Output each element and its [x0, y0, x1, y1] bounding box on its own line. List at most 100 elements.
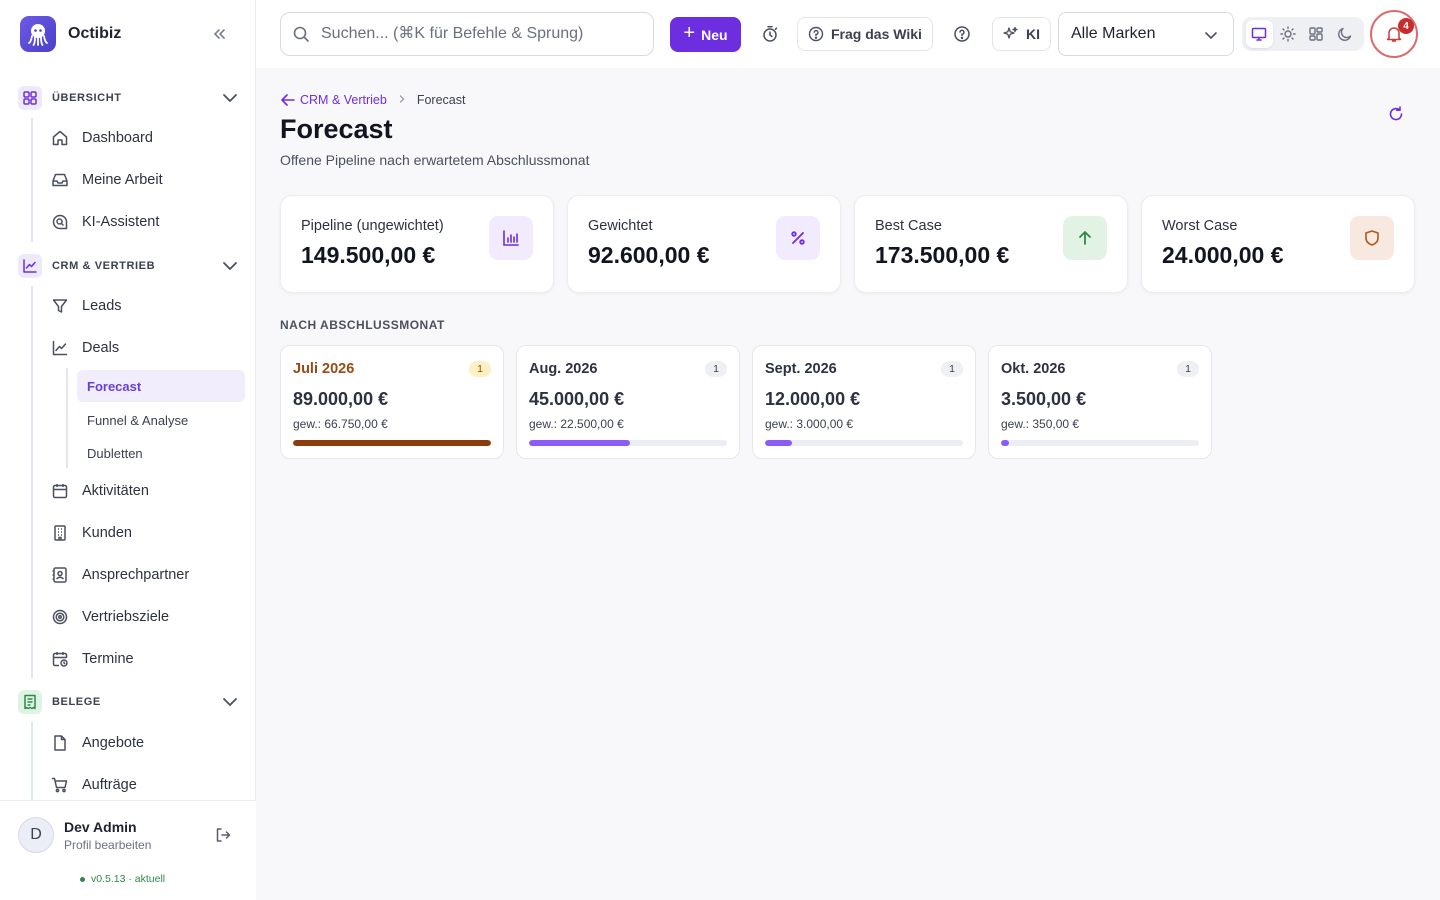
- sidebar-item-label: Kunden: [82, 525, 132, 541]
- month-card[interactable]: Juli 2026 1 89.000,00 € gew.: 66.750,00 …: [280, 345, 504, 459]
- search-icon: [291, 24, 311, 44]
- sidebar-item-label: Termine: [82, 651, 134, 667]
- refresh-icon[interactable]: [1386, 104, 1406, 124]
- notification-badge: 4: [1398, 18, 1414, 34]
- ask-wiki-button[interactable]: Frag das Wiki: [797, 17, 933, 51]
- kpi-label: Worst Case: [1162, 218, 1238, 234]
- notifications-button[interactable]: 4: [1370, 10, 1418, 58]
- chevron-down-icon[interactable]: [220, 256, 240, 276]
- section-overview[interactable]: ÜBERSICHT: [18, 86, 240, 110]
- chevron-down-icon[interactable]: [220, 692, 240, 712]
- moon-icon[interactable]: [1332, 20, 1359, 48]
- search-input[interactable]: [321, 25, 641, 43]
- line-chart-icon: [50, 338, 70, 358]
- edit-profile-link[interactable]: Profil bearbeiten: [64, 838, 151, 852]
- section-crm[interactable]: CRM & VERTRIEB: [18, 254, 240, 278]
- calendar-clock-icon: [50, 649, 70, 669]
- sidebar-item-customers[interactable]: Kunden: [50, 517, 132, 549]
- month-card[interactable]: Sept. 2026 1 12.000,00 € gew.: 3.000,00 …: [752, 345, 976, 459]
- page-title: Forecast: [280, 114, 393, 144]
- section-belege[interactable]: BELEGE: [18, 690, 240, 714]
- sidebar-item-funnel[interactable]: Funnel & Analyse: [77, 404, 245, 436]
- kpi-value: 149.500,00 €: [301, 242, 436, 268]
- sun-icon[interactable]: [1275, 20, 1302, 48]
- percent-icon: [776, 216, 820, 260]
- timer-icon[interactable]: [758, 22, 782, 46]
- collapse-sidebar-icon[interactable]: [208, 24, 230, 44]
- month-name: Juli 2026: [293, 361, 355, 377]
- ask-wiki-label: Frag das Wiki: [831, 26, 922, 42]
- chevron-down-icon[interactable]: [220, 88, 240, 108]
- help-icon[interactable]: [950, 22, 974, 46]
- sidebar-item-my-work[interactable]: Meine Arbeit: [50, 164, 163, 196]
- cart-icon: [50, 775, 70, 795]
- progress-fill: [293, 440, 491, 446]
- breadcrumb: CRM & Vertrieb Forecast: [280, 92, 465, 108]
- breadcrumb-parent-link[interactable]: CRM & Vertrieb: [280, 92, 387, 108]
- sidebar-item-ai-assistant[interactable]: KI-Assistent: [50, 206, 159, 238]
- brand[interactable]: Octibiz: [20, 16, 121, 52]
- progress-fill: [1001, 440, 1009, 446]
- month-value: 3.500,00 €: [1001, 389, 1087, 409]
- section-label: ÜBERSICHT: [52, 92, 122, 104]
- sidebar-item-label: Aktivitäten: [82, 483, 149, 499]
- layout-grid-icon[interactable]: [1303, 20, 1330, 48]
- topbar: + Neu Frag das Wiki KI Alle Marken 4: [256, 0, 1440, 68]
- month-name: Sept. 2026: [765, 361, 837, 377]
- tree-line: [31, 722, 33, 800]
- count-badge: 1: [469, 361, 491, 377]
- sparkles-icon: [1003, 26, 1019, 42]
- sidebar-item-contacts[interactable]: Ansprechpartner: [50, 559, 189, 591]
- logout-icon[interactable]: [213, 825, 233, 845]
- count-badge: 1: [705, 361, 727, 377]
- section-label: BELEGE: [52, 696, 101, 708]
- new-button[interactable]: + Neu: [670, 17, 741, 52]
- sidebar-item-sales-goals[interactable]: Vertriebsziele: [50, 601, 169, 633]
- sidebar-item-deals[interactable]: Deals: [50, 332, 119, 364]
- sidebar-item-appointments[interactable]: Termine: [50, 643, 134, 675]
- arrow-left-icon: [280, 92, 296, 108]
- section-title: NACH ABSCHLUSSMONAT: [280, 318, 445, 332]
- month-weighted: gew.: 3.000,00 €: [765, 417, 854, 431]
- sidebar-item-leads[interactable]: Leads: [50, 290, 122, 322]
- month-name: Okt. 2026: [1001, 361, 1066, 377]
- ai-button[interactable]: KI: [992, 17, 1051, 51]
- bar-chart-icon: [489, 216, 533, 260]
- inbox-icon: [50, 170, 70, 190]
- sidebar-item-forecast[interactable]: Forecast: [77, 370, 245, 402]
- calendar-icon: [50, 481, 70, 501]
- user-name[interactable]: Dev Admin: [64, 819, 137, 835]
- version-status: v0.5.13 · aktuell: [80, 873, 165, 885]
- month-card[interactable]: Okt. 2026 1 3.500,00 € gew.: 350,00 €: [988, 345, 1212, 459]
- sidebar-item-activities[interactable]: Aktivitäten: [50, 475, 149, 507]
- kpi-value: 92.600,00 €: [588, 242, 710, 268]
- tree-line: [31, 286, 33, 678]
- home-icon: [50, 128, 70, 148]
- breadcrumb-parent-label: CRM & Vertrieb: [300, 93, 387, 107]
- progress-fill: [529, 440, 630, 446]
- tree-line: [31, 118, 33, 242]
- help-circle-icon: [808, 26, 824, 42]
- kpi-card-worst-case: Worst Case 24.000,00 €: [1141, 195, 1415, 293]
- sidebar-item-orders[interactable]: Aufträge: [50, 769, 137, 801]
- kpi-card-best-case: Best Case 173.500,00 €: [854, 195, 1128, 293]
- avatar[interactable]: D: [18, 817, 54, 853]
- sidebar-item-duplicates[interactable]: Dubletten: [77, 437, 245, 469]
- sidebar-item-offers[interactable]: Angebote: [50, 727, 144, 759]
- kpi-card-weighted: Gewichtet 92.600,00 €: [567, 195, 841, 293]
- kpi-label: Best Case: [875, 218, 942, 234]
- search-box[interactable]: [280, 12, 654, 56]
- sidebar-item-label: Deals: [82, 340, 120, 356]
- version-text: v0.5.13 · aktuell: [91, 873, 166, 885]
- plus-icon: +: [683, 22, 696, 44]
- monitor-icon[interactable]: [1246, 20, 1273, 48]
- sidebar-item-label: Vertriebsziele: [82, 609, 170, 625]
- sidebar-item-dashboard[interactable]: Dashboard: [50, 122, 153, 154]
- breadcrumb-current: Forecast: [416, 93, 466, 107]
- progress-bar: [765, 440, 963, 446]
- brand-select[interactable]: Alle Marken: [1058, 12, 1234, 56]
- page-subtitle: Offene Pipeline nach erwartetem Abschlus…: [280, 152, 590, 168]
- sidebar-item-label: Leads: [82, 298, 122, 314]
- arrow-up-icon: [1063, 216, 1107, 260]
- month-card[interactable]: Aug. 2026 1 45.000,00 € gew.: 22.500,00 …: [516, 345, 740, 459]
